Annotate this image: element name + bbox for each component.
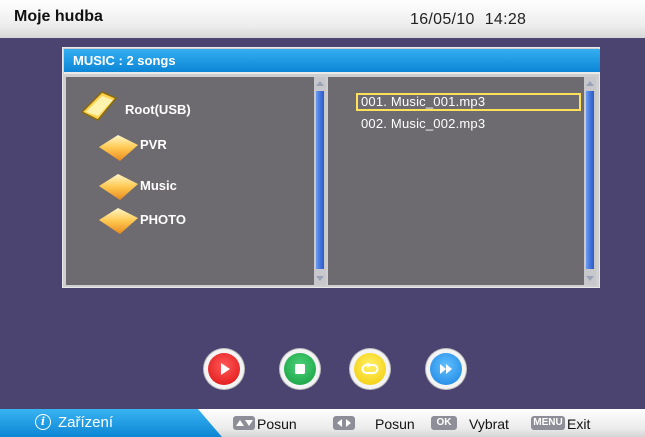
up-down-key-icon bbox=[233, 416, 255, 430]
footer-bar: i Zařízení Posun Posun OK Vybrat MENU Ex… bbox=[0, 409, 645, 437]
folder-pane: Root(USB) PVR Music PHOTO bbox=[66, 77, 314, 285]
play-button[interactable] bbox=[204, 349, 244, 389]
folder-label-root: Root(USB) bbox=[125, 102, 191, 117]
folder-icon bbox=[99, 174, 138, 200]
scroll-thumb[interactable] bbox=[586, 91, 594, 269]
file-label: 002. Music_002.mp3 bbox=[361, 116, 486, 131]
file-item-1[interactable]: 001. Music_001.mp3 bbox=[356, 93, 581, 111]
datetime: 16/05/10 14:28 bbox=[410, 11, 536, 29]
hint-move-vertical: Posun bbox=[257, 416, 297, 432]
ok-key: OK bbox=[431, 416, 457, 430]
app-title: Moje hudba bbox=[14, 8, 103, 25]
scroll-up-icon[interactable] bbox=[316, 81, 324, 86]
device-label: Zařízení bbox=[58, 414, 114, 431]
folder-icon bbox=[99, 208, 138, 234]
scroll-down-icon[interactable] bbox=[316, 276, 324, 281]
repeat-icon bbox=[361, 362, 379, 374]
hint-move-horizontal: Posun bbox=[375, 416, 415, 432]
info-icon: i bbox=[35, 414, 51, 430]
menu-key: MENU bbox=[531, 416, 565, 430]
browser-title: MUSIC : 2 songs bbox=[73, 53, 176, 68]
fast-forward-button[interactable] bbox=[426, 349, 466, 389]
folder-label-pvr: PVR bbox=[140, 137, 167, 152]
fast-forward-icon bbox=[440, 364, 452, 374]
folder-scrollbar[interactable] bbox=[314, 77, 326, 285]
folder-icon bbox=[99, 135, 138, 161]
browser-title-bar: MUSIC : 2 songs bbox=[64, 49, 600, 74]
file-scrollbar[interactable] bbox=[584, 77, 596, 285]
date-text: 16/05/10 bbox=[410, 11, 475, 28]
folder-label-music: Music bbox=[140, 178, 177, 193]
hint-select: Vybrat bbox=[469, 416, 509, 432]
device-tab[interactable]: i Zařízení bbox=[0, 409, 222, 437]
hint-exit: Exit bbox=[567, 416, 591, 432]
scroll-down-icon[interactable] bbox=[586, 276, 594, 281]
header-bar: Moje hudba 16/05/10 14:28 bbox=[0, 0, 645, 38]
stop-button[interactable] bbox=[280, 349, 320, 389]
open-folder-icon bbox=[80, 91, 118, 121]
scroll-up-icon[interactable] bbox=[586, 81, 594, 86]
music-browser: MUSIC : 2 songs Root(USB) PVR Music PHOT… bbox=[62, 47, 600, 288]
left-right-key-icon bbox=[333, 416, 355, 430]
file-pane: 001. Music_001.mp3 002. Music_002.mp3 bbox=[328, 77, 584, 285]
repeat-button[interactable] bbox=[350, 349, 390, 389]
file-label: 001. Music_001.mp3 bbox=[361, 94, 486, 109]
scroll-thumb[interactable] bbox=[316, 91, 324, 269]
folder-label-photo: PHOTO bbox=[140, 212, 186, 227]
time-text: 14:28 bbox=[484, 11, 527, 28]
play-icon bbox=[221, 363, 230, 375]
stop-icon bbox=[295, 364, 305, 374]
file-item-2[interactable]: 002. Music_002.mp3 bbox=[356, 115, 581, 133]
